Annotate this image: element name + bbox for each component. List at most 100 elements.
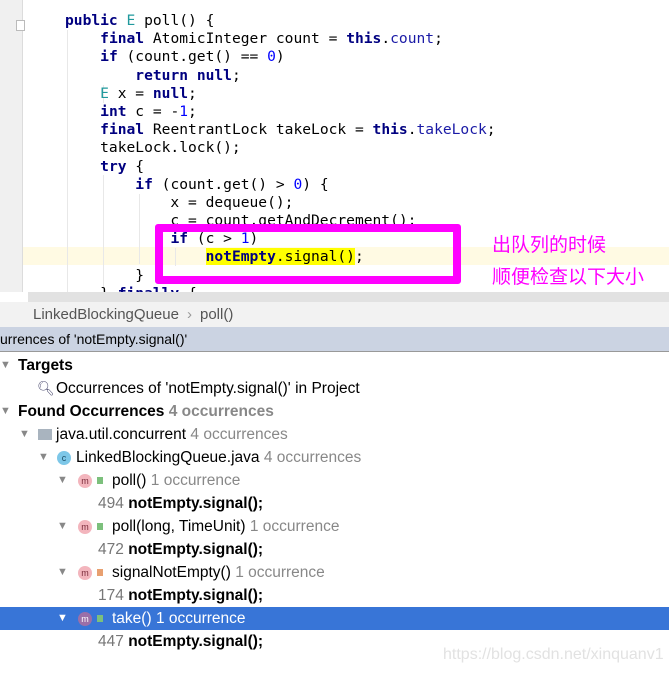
method-icon: m bbox=[78, 566, 92, 580]
code-token: ) { bbox=[302, 175, 329, 193]
unlock-icon bbox=[97, 523, 103, 530]
tree-node-label: Targets bbox=[18, 357, 73, 374]
code-token: ReentrantLock takeLock = bbox=[144, 121, 373, 139]
code-line: int c = -1; bbox=[23, 103, 496, 121]
tree-node-target-item[interactable]: 🔍︎ Occurrences of 'notEmpty.signal()' in… bbox=[0, 377, 669, 400]
code-token: final bbox=[100, 30, 145, 48]
code-line: if (count.get() > 0) { bbox=[23, 176, 496, 194]
code-token: { bbox=[126, 157, 145, 175]
code-token: null bbox=[152, 84, 189, 102]
method-icon: m bbox=[78, 520, 92, 534]
annotation-box bbox=[155, 224, 461, 284]
tree-node-label: Occurrences of 'notEmpty.signal()' in Pr… bbox=[56, 380, 360, 397]
code-token: ) bbox=[275, 48, 285, 66]
code-token: null bbox=[196, 66, 232, 84]
code-token: if bbox=[135, 175, 153, 193]
occurrence-count: 4 occurrences bbox=[263, 449, 362, 466]
tree-node-found[interactable]: ▼ Found Occurrences 4 occurrences bbox=[0, 400, 669, 423]
class-icon: c bbox=[57, 451, 71, 465]
code-token: ; bbox=[486, 121, 496, 139]
code-token: x = dequeue(); bbox=[65, 193, 294, 211]
usage-row[interactable]: 174 notEmpty.signal(); bbox=[0, 584, 669, 607]
code-token: E bbox=[100, 84, 109, 102]
tree-node-method[interactable]: ▼ m signalNotEmpty() 1 occurrence bbox=[0, 561, 669, 584]
code-token: try bbox=[100, 157, 127, 175]
method-icon: m bbox=[78, 474, 92, 488]
code-token: final bbox=[100, 121, 145, 139]
tree-node-method[interactable]: ▼ m take() 1 occurrence bbox=[0, 607, 669, 630]
code-token: this bbox=[346, 30, 382, 48]
occurrence-count: 1 occurrence bbox=[150, 472, 241, 489]
tree-node-label: take() bbox=[112, 610, 152, 627]
code-token: int bbox=[100, 102, 127, 120]
occurrence-count: 4 occurrences bbox=[190, 426, 288, 443]
code-token: } bbox=[65, 266, 145, 284]
tree-node-file[interactable]: ▼ c LinkedBlockingQueue.java 4 occurrenc… bbox=[0, 446, 669, 469]
code-line: if (count.get() == 0) bbox=[23, 48, 496, 66]
tree-node-label: LinkedBlockingQueue.java bbox=[76, 449, 260, 466]
code-token: 0 bbox=[267, 48, 276, 66]
breadcrumb-item[interactable]: poll() bbox=[200, 302, 233, 327]
line-number: 494 bbox=[98, 495, 124, 512]
code-token: ; bbox=[188, 84, 197, 102]
usage-code: notEmpty.signal(); bbox=[128, 495, 264, 512]
breadcrumb: LinkedBlockingQueue › poll() bbox=[0, 302, 669, 328]
code-line: public E poll() { bbox=[23, 12, 496, 30]
code-token: takeLock bbox=[416, 121, 487, 139]
editor-gutter bbox=[0, 0, 25, 292]
code-token: return bbox=[135, 66, 189, 84]
usage-code: notEmpty.signal(); bbox=[128, 587, 264, 604]
code-line: final ReentrantLock takeLock = this.take… bbox=[23, 121, 496, 139]
expand-arrow-icon[interactable]: ▼ bbox=[57, 469, 68, 492]
occurrence-count: 1 occurrence bbox=[235, 564, 325, 581]
horizontal-scrollbar[interactable] bbox=[28, 292, 669, 302]
tree-node-targets[interactable]: ▼ Targets bbox=[0, 354, 669, 377]
usage-row[interactable]: 494 notEmpty.signal(); bbox=[0, 492, 669, 515]
find-panel-tab[interactable]: urrences of 'notEmpty.signal()' bbox=[0, 327, 669, 352]
tree-node-method[interactable]: ▼ m poll() 1 occurrence bbox=[0, 469, 669, 492]
watermark: https://blog.csdn.net/xinquanv1 bbox=[443, 646, 664, 663]
tree-node-label: signalNotEmpty() bbox=[112, 564, 231, 581]
code-token: . bbox=[381, 30, 391, 48]
expand-arrow-icon[interactable]: ▼ bbox=[57, 561, 68, 584]
tree-node-package[interactable]: ▼ java.util.concurrent 4 occurrences bbox=[0, 423, 669, 446]
code-token: (count.get() == bbox=[117, 48, 268, 66]
code-token: ; bbox=[231, 66, 241, 84]
annotation-text: 出队列的时候 bbox=[492, 234, 607, 256]
usage-row[interactable]: 472 notEmpty.signal(); bbox=[0, 538, 669, 561]
code-token: takeLock.lock(); bbox=[65, 139, 241, 157]
tree-node-label: poll() bbox=[112, 472, 147, 489]
expand-arrow-icon[interactable]: ▼ bbox=[38, 446, 49, 469]
code-token: . bbox=[407, 121, 417, 139]
code-line: x = dequeue(); bbox=[23, 194, 496, 212]
expand-arrow-icon[interactable]: ▼ bbox=[57, 515, 68, 538]
unlock-icon bbox=[97, 615, 103, 622]
code-line: E x = null; bbox=[23, 85, 496, 103]
tree-node-method[interactable]: ▼ m poll(long, TimeUnit) 1 occurrence bbox=[0, 515, 669, 538]
line-number: 472 bbox=[98, 541, 124, 558]
code-token: AtomicInteger count = bbox=[144, 30, 347, 48]
occurrence-count: 1 occurrence bbox=[249, 518, 340, 535]
expand-arrow-icon[interactable]: ▼ bbox=[19, 423, 30, 446]
occurrence-count: 1 occurrence bbox=[155, 610, 246, 627]
expand-arrow-icon[interactable]: ▼ bbox=[0, 400, 11, 423]
code-token: ; bbox=[434, 30, 443, 48]
code-token: 0 bbox=[293, 175, 303, 193]
code-line: try { bbox=[23, 158, 496, 176]
line-number: 447 bbox=[98, 633, 124, 650]
expand-arrow-icon[interactable]: ▼ bbox=[0, 354, 11, 377]
tree-node-label: java.util.concurrent bbox=[56, 426, 187, 443]
expand-arrow-icon[interactable]: ▼ bbox=[57, 607, 68, 630]
breadcrumb-item[interactable]: LinkedBlockingQueue bbox=[33, 302, 179, 327]
code-token: 1 bbox=[179, 102, 189, 120]
code-line: takeLock.lock(); bbox=[23, 139, 496, 157]
breadcrumb-separator: › bbox=[187, 306, 192, 323]
